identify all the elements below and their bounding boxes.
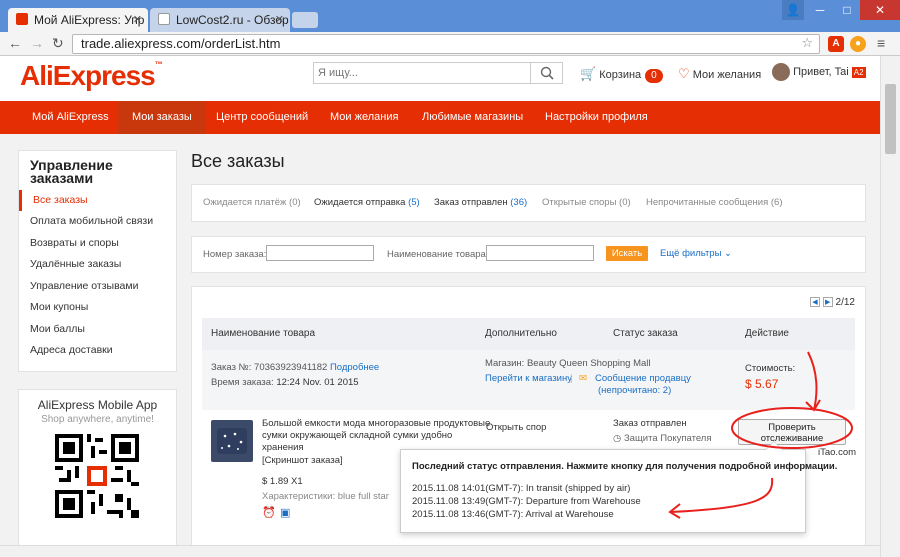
annotation-arrow-left [669,477,774,513]
annotation-arrow-down [807,351,818,411]
annotation-circle [731,407,853,449]
annotation-overlay [668,351,853,519]
vertical-scrollbar[interactable] [880,56,900,557]
horizontal-scrollbar[interactable] [0,545,880,557]
scrollbar-thumb[interactable] [885,84,896,154]
